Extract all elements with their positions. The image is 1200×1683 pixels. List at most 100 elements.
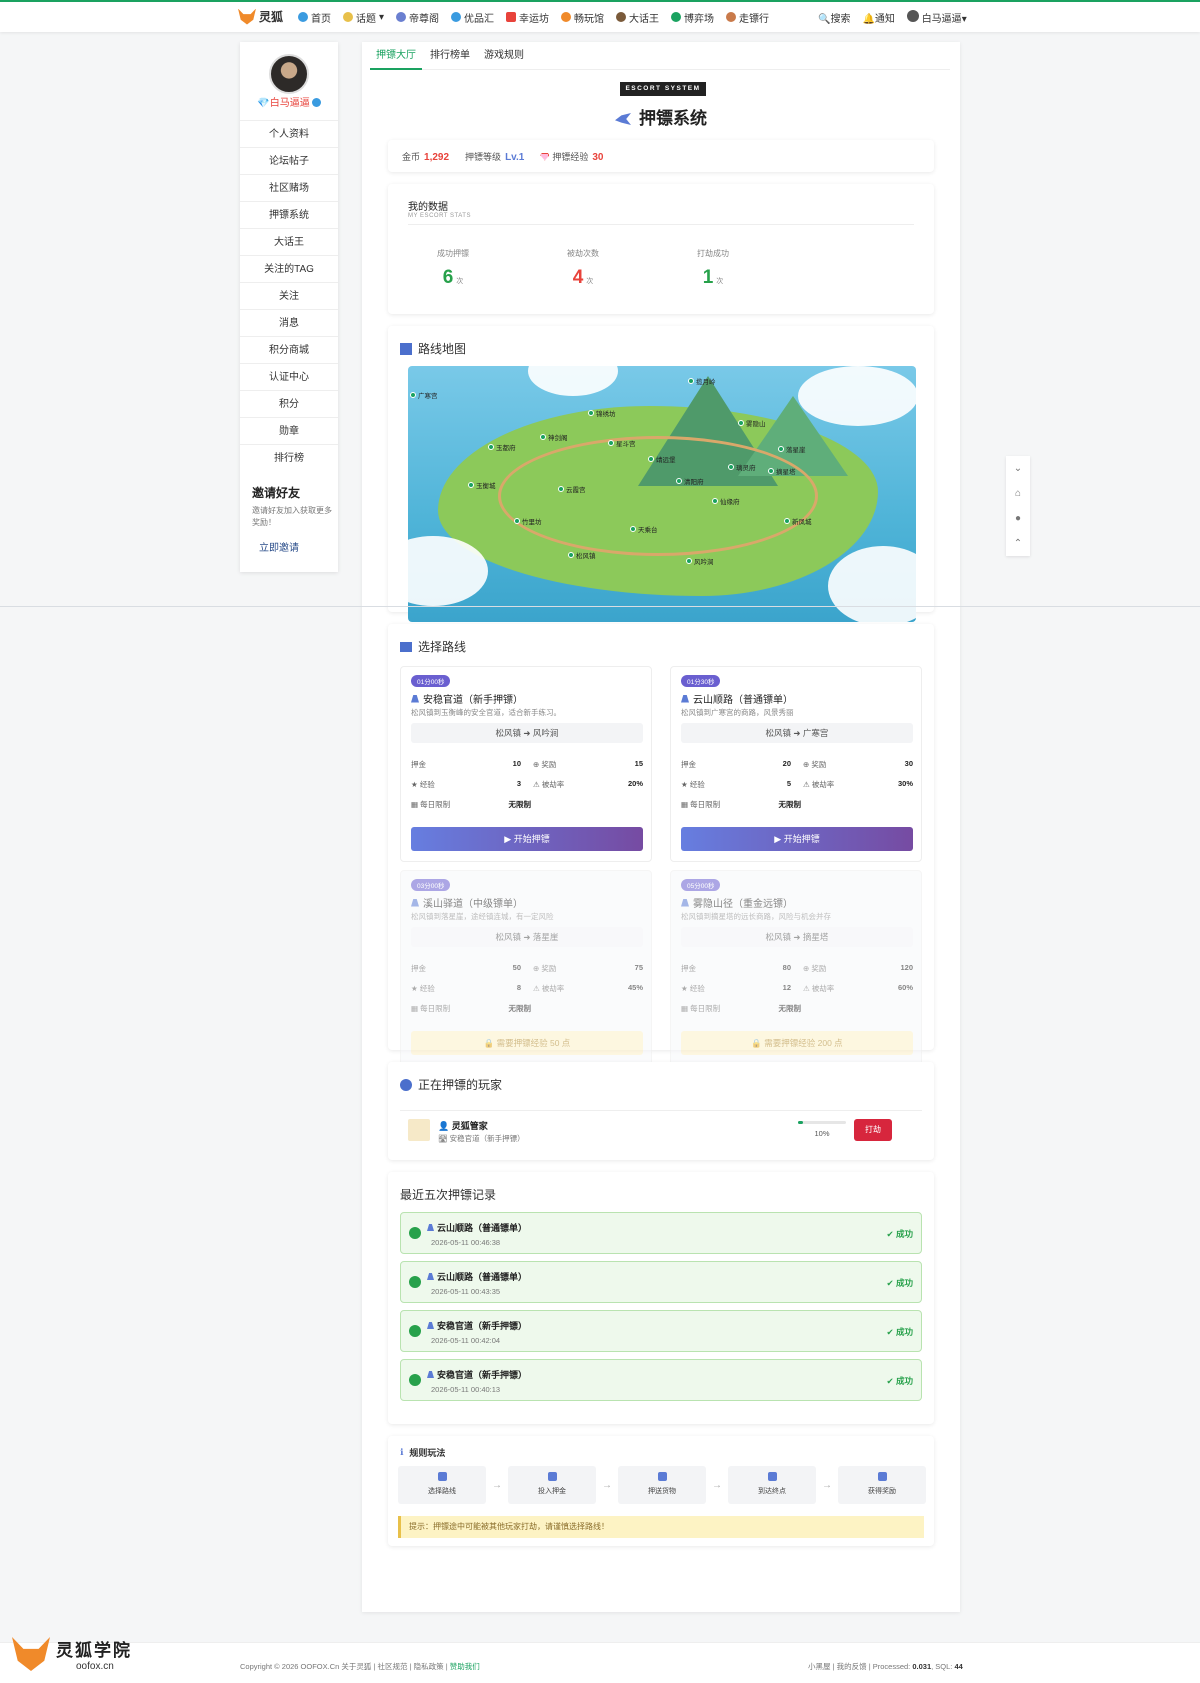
sidebar-item-ranking[interactable]: 排行榜 xyxy=(240,444,338,471)
my-stats-card: 我的数据 MY ESCORT STATS 成功押镖 6 次 被劫次数 4 次 打劫成功 1… xyxy=(388,184,934,314)
road-icon xyxy=(681,694,689,703)
nav-notify[interactable]: 🔔通知 xyxy=(862,10,894,25)
map-place[interactable]: 揽月岭 xyxy=(688,376,716,386)
sidebar-item-posts[interactable]: 论坛帖子 xyxy=(240,147,338,174)
route-card-3: 03分00秒 溪山驿道（中级镖单） 松风镇到落星崖，途经镇连城，有一定风险 松风… xyxy=(400,870,652,1066)
escort-system-badge: ESCORT SYSTEM xyxy=(620,82,706,96)
map-place[interactable]: 松风镇 xyxy=(568,550,596,560)
map-place[interactable]: 仙缘府 xyxy=(712,496,740,506)
qq-icon[interactable]: ● xyxy=(1006,506,1030,531)
map-title: 路线地图 xyxy=(400,340,466,357)
tab-ranking[interactable]: 排行榜单 xyxy=(424,42,476,70)
sidebar-menu: 个人资料 论坛帖子 社区赌场 押镖系统 大话王 关注的TAG 关注 消息 积分商… xyxy=(240,120,338,471)
route-path: 松风镇 ➜ 广寒宫 xyxy=(681,723,913,743)
nav-dahua[interactable]: 大话王 xyxy=(616,10,659,25)
map-place[interactable]: 玉都府 xyxy=(488,442,516,452)
route-card-4: 05分00秒 雾隐山径（重金远镖） 松风镇到摘星塔的远长商路，风险与机会并存 松… xyxy=(670,870,922,1066)
user-avatar[interactable] xyxy=(269,54,309,94)
route-time-badge: 03分00秒 xyxy=(411,879,451,891)
nav-user[interactable]: 白马逼逼▾ xyxy=(906,9,967,25)
invite-button[interactable]: 立即邀请 xyxy=(259,539,332,554)
sidebar-item-messages[interactable]: 消息 xyxy=(240,309,338,336)
map-place[interactable]: 璃灵府 xyxy=(728,462,756,472)
sidebar-item-medals[interactable]: 勋章 xyxy=(240,417,338,444)
chevron-up-icon[interactable]: ⌃ xyxy=(1006,531,1030,556)
start-escort-button[interactable]: ▶ 开始押镖 xyxy=(411,827,643,851)
map-place[interactable]: 锦绣坊 xyxy=(588,408,616,418)
start-escort-button[interactable]: ▶ 开始押镖 xyxy=(681,827,913,851)
nav-dizun[interactable]: 帝尊阁 xyxy=(396,10,439,25)
rule-step: 到达终点 xyxy=(728,1466,816,1504)
sidebar-item-mall[interactable]: 积分商城 xyxy=(240,336,338,363)
road-icon xyxy=(681,898,689,907)
map-place[interactable]: 雾隐山 xyxy=(738,418,766,428)
route-select-title: 选择路线 xyxy=(400,638,466,655)
map-place[interactable]: 天乘台 xyxy=(630,524,658,534)
map-place[interactable]: 摘星塔 xyxy=(768,466,796,476)
route-select-card: 选择路线 01分00秒 安稳官道（新手押镖） 松风镇到玉衡峰的安全官道，适合新手… xyxy=(388,624,934,1066)
footer-left: Copyright © 2026 OOFOX.Cn 关于灵狐 | 社区规范 | … xyxy=(240,1662,480,1671)
map-place[interactable]: 玉衡城 xyxy=(468,480,496,490)
sidebar-item-tags[interactable]: 关注的TAG xyxy=(240,255,338,282)
nav-boyi[interactable]: 博弈场 xyxy=(671,10,714,25)
map-place[interactable]: 竹里坊 xyxy=(514,516,542,526)
rob-button[interactable]: 打劫 xyxy=(854,1119,892,1141)
recent-records-title: 最近五次押镖记录 xyxy=(400,1188,497,1202)
sidebar-item-follow[interactable]: 关注 xyxy=(240,282,338,309)
route-desc: 松风镇到玉衡峰的安全官道，适合新手练习。 xyxy=(411,708,561,717)
sidebar-item-profile[interactable]: 个人资料 xyxy=(240,120,338,147)
horse-icon xyxy=(657,1472,667,1481)
nav-play[interactable]: 畅玩馆 xyxy=(561,10,604,25)
sidebar-item-casino[interactable]: 社区赌场 xyxy=(240,174,338,201)
road-icon xyxy=(411,898,419,907)
my-stats-title: 我的数据 xyxy=(408,202,448,213)
tab-rules[interactable]: 游戏规则 xyxy=(478,42,530,70)
route-card-1[interactable]: 01分00秒 安稳官道（新手押镖） 松风镇到玉衡峰的安全官道，适合新手练习。 松… xyxy=(400,666,652,862)
gold-stat: 金币 1,292 xyxy=(402,151,450,163)
map-place[interactable]: 星斗宫 xyxy=(608,438,636,448)
map-icon xyxy=(400,342,412,355)
rules-tip: 提示：押镖途中可能被其他玩家打劫，请谨慎选择路线！ xyxy=(398,1516,924,1538)
map-place[interactable]: 落星崖 xyxy=(778,444,806,454)
tab-hall[interactable]: 押镖大厅 xyxy=(370,42,422,70)
nav-topics[interactable]: 话题 ▾ xyxy=(343,10,384,25)
map-place[interactable]: 广寒宫 xyxy=(410,390,438,400)
chevron-down-icon[interactable]: ⌄ xyxy=(1006,456,1030,481)
sidebar-item-points[interactable]: 积分 xyxy=(240,390,338,417)
map-place[interactable]: 神剑阁 xyxy=(540,432,568,442)
route-card-2[interactable]: 01分30秒 云山顺路（普通镖单） 松风镇到广寒宫的商路，风景秀丽 松风镇 ➜ … xyxy=(670,666,922,862)
road-icon xyxy=(427,1224,434,1231)
sidebar-item-escort[interactable]: 押镖系统 xyxy=(240,201,338,228)
map-place[interactable]: 清阳府 xyxy=(676,476,704,486)
route-desc: 松风镇到摘星塔的远长商路，风险与机会并存 xyxy=(681,912,831,921)
sidebar-username[interactable]: 💎白马逼逼 xyxy=(240,94,338,109)
users-icon xyxy=(400,1078,412,1091)
route-map[interactable]: 广寒宫 揽月岭 锦绣坊 玉都府 神剑阁 星斗宫 靖远堡 落星崖 雾隐山 璃灵府 … xyxy=(408,366,916,622)
route-name: 溪山驿道（中级镖单） xyxy=(411,895,523,910)
nav-home[interactable]: 首页 xyxy=(298,10,331,25)
home-icon xyxy=(298,12,308,22)
flag-icon xyxy=(767,1472,777,1481)
map-place[interactable]: 风吟涧 xyxy=(686,556,714,566)
stat-rob-success: 打劫成功 1 次 xyxy=(697,249,729,288)
sidebar-item-dahua[interactable]: 大话王 xyxy=(240,228,338,255)
sidebar-item-auth[interactable]: 认证中心 xyxy=(240,363,338,390)
dahua-icon xyxy=(616,12,627,22)
map-place[interactable]: 靖远堡 xyxy=(648,454,676,464)
map-place[interactable]: 新凤城 xyxy=(784,516,812,526)
cloud xyxy=(528,366,618,396)
site-logo[interactable]: 灵狐 xyxy=(238,8,283,25)
record-row: 安稳官道（新手押镖） 2026-05-11 00:42:04 ✔ 成功 xyxy=(400,1310,922,1352)
nav-youpin[interactable]: 优品汇 xyxy=(451,10,494,25)
nav-lucky[interactable]: 幸运坊 xyxy=(506,10,549,25)
map-place[interactable]: 云霞宫 xyxy=(558,484,586,494)
card-icon xyxy=(547,1472,557,1481)
nav-search[interactable]: 🔍搜索 xyxy=(818,10,850,25)
road-icon xyxy=(427,1371,434,1378)
sponsor-link[interactable]: 赞助我们 xyxy=(450,1662,480,1671)
home-icon[interactable]: ⌂ xyxy=(1006,481,1030,506)
nav-escort[interactable]: 走镖行 xyxy=(726,10,769,25)
active-players-title: 正在押镖的玩家 xyxy=(400,1076,502,1093)
pin-icon xyxy=(437,1472,447,1481)
check-icon xyxy=(409,1374,421,1386)
